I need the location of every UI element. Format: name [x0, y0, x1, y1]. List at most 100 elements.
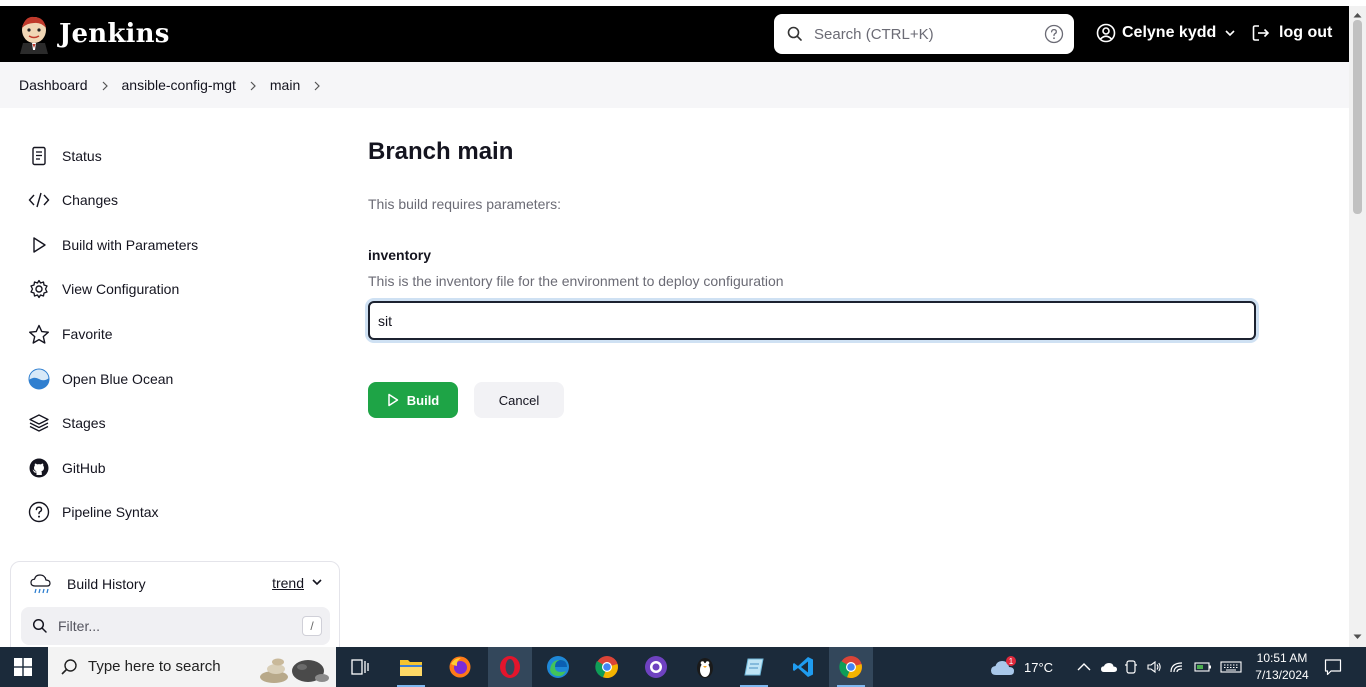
- help-icon[interactable]: [1044, 24, 1064, 44]
- blue-ocean-icon: [28, 368, 50, 390]
- chrome-icon: [839, 656, 862, 679]
- taskbar-edge[interactable]: [536, 647, 580, 687]
- chevron-down-icon[interactable]: [310, 575, 324, 589]
- user-avatar-icon: [1096, 23, 1116, 43]
- chevron-right-icon: [236, 77, 270, 93]
- chevron-right-icon: [88, 77, 122, 93]
- folder-icon: [400, 660, 422, 676]
- weather-widget[interactable]: 1 17°C: [990, 647, 1053, 687]
- keyboard-icon[interactable]: [1220, 661, 1242, 673]
- breadcrumb-dashboard[interactable]: Dashboard: [19, 77, 88, 93]
- sidebar-item-label: Changes: [62, 192, 119, 208]
- gear-icon: [28, 278, 50, 300]
- weather-cloud-icon: 1: [991, 656, 1016, 675]
- weather-badge: 1: [1009, 657, 1014, 666]
- taskbar-penguin-app[interactable]: [683, 647, 727, 687]
- notification-icon: [1324, 659, 1342, 676]
- scroll-thumb[interactable]: [1353, 20, 1362, 214]
- build-filter-input[interactable]: [58, 607, 288, 645]
- sidebar-item-open-blue-ocean[interactable]: Open Blue Ocean: [28, 367, 173, 391]
- sidebar-item-changes[interactable]: Changes: [28, 188, 118, 212]
- task-view-button[interactable]: [338, 647, 382, 687]
- search-icon: [787, 26, 802, 41]
- breadcrumb-branch[interactable]: main: [270, 77, 300, 93]
- scroll-down-arrow-icon[interactable]: [1353, 634, 1362, 640]
- sidebar-item-label: Pipeline Syntax: [62, 504, 159, 520]
- star-icon: [28, 323, 50, 345]
- taskbar-chrome-active[interactable]: [829, 647, 873, 687]
- sidebar-item-stages[interactable]: Stages: [28, 411, 106, 435]
- search-icon: [61, 659, 77, 675]
- clock-date: 7/13/2024: [1255, 668, 1309, 682]
- sidebar-item-favorite[interactable]: Favorite: [28, 322, 113, 346]
- edge-icon: [547, 656, 569, 678]
- build-button[interactable]: Build: [368, 382, 458, 418]
- parameter-description: This is the inventory file for the envir…: [368, 273, 784, 289]
- github-icon: [28, 457, 50, 479]
- taskbar-github-desktop[interactable]: [634, 647, 678, 687]
- weather-rain-icon: [30, 574, 51, 594]
- vscode-icon: [793, 657, 813, 677]
- chevron-up-icon[interactable]: [1076, 661, 1092, 673]
- speaker-icon[interactable]: [1146, 660, 1162, 674]
- breadcrumb-job[interactable]: ansible-config-mgt: [122, 77, 236, 93]
- taskbar-chrome[interactable]: [585, 647, 629, 687]
- build-button-label: Build: [406, 392, 440, 408]
- page-scrollbar[interactable]: [1349, 6, 1366, 647]
- penguin-icon: [697, 658, 713, 678]
- taskbar-clock[interactable]: 10:51 AM 7/13/2024: [1252, 650, 1312, 684]
- taskbar-firefox[interactable]: [438, 647, 482, 687]
- logout-link[interactable]: log out: [1251, 23, 1332, 43]
- windows-taskbar: Type here to search 1 17°C 10:51 AM 7/13…: [0, 647, 1366, 687]
- sidebar-item-build-with-parameters[interactable]: Build with Parameters: [28, 233, 198, 257]
- cancel-button[interactable]: Cancel: [474, 382, 564, 418]
- taskbar-opera[interactable]: [488, 647, 532, 687]
- github-desktop-icon: [645, 656, 667, 678]
- search-input[interactable]: [814, 14, 1034, 54]
- code-icon: [28, 189, 50, 211]
- sidebar-item-status[interactable]: Status: [28, 144, 102, 168]
- clock-time: 10:51 AM: [1256, 651, 1308, 665]
- user-menu[interactable]: Celyne kydd: [1096, 23, 1242, 43]
- task-view-icon: [351, 659, 369, 675]
- taskbar-search-placeholder: Type here to search: [88, 658, 221, 675]
- top-header: Jenkins Celyne kydd log out: [0, 6, 1349, 62]
- layers-icon: [28, 412, 50, 434]
- search-box[interactable]: [774, 14, 1074, 54]
- logout-icon: [1252, 25, 1270, 41]
- brand-name: Jenkins: [59, 19, 170, 49]
- stones-search-highlight-icon: [260, 658, 329, 683]
- cancel-button-label: Cancel: [498, 392, 540, 408]
- notification-center-button[interactable]: [1324, 647, 1342, 687]
- scroll-up-arrow-icon[interactable]: [1353, 12, 1362, 18]
- sidebar-item-label: Open Blue Ocean: [62, 371, 174, 387]
- notepad-icon: [744, 658, 764, 676]
- trend-link[interactable]: trend: [272, 575, 304, 591]
- requires-parameters-text: This build requires parameters:: [368, 196, 561, 212]
- onedrive-cloud-icon[interactable]: [1100, 661, 1118, 673]
- build-filter-box[interactable]: /: [21, 607, 330, 645]
- chevron-right-icon[interactable]: [300, 77, 334, 93]
- taskbar-vscode[interactable]: [781, 647, 825, 687]
- sidebar-item-label: Build with Parameters: [62, 237, 199, 253]
- taskbar-search-box[interactable]: Type here to search: [48, 647, 336, 687]
- chrome-icon: [595, 656, 618, 679]
- taskbar-notepad[interactable]: [732, 647, 776, 687]
- windows-start-icon[interactable]: [14, 658, 32, 676]
- sidebar-item-pipeline-syntax[interactable]: Pipeline Syntax: [28, 500, 159, 524]
- build-history-panel: Build History trend /: [10, 561, 340, 661]
- sidebar-item-view-configuration[interactable]: View Configuration: [28, 277, 179, 301]
- inventory-input[interactable]: [368, 301, 1256, 340]
- wifi-icon[interactable]: [1170, 660, 1186, 674]
- sidebar-item-github[interactable]: GitHub: [28, 456, 106, 480]
- taskbar-file-explorer[interactable]: [389, 647, 433, 687]
- play-icon: [28, 234, 50, 256]
- system-tray-icons: [1076, 647, 1242, 687]
- battery-icon[interactable]: [1194, 661, 1212, 673]
- weather-temperature: 17°C: [1024, 659, 1054, 675]
- device-icon[interactable]: [1124, 659, 1138, 675]
- help-icon: [28, 501, 50, 523]
- jenkins-home-link[interactable]: Jenkins: [17, 14, 170, 54]
- opera-icon: [500, 656, 520, 678]
- sidebar-item-label: View Configuration: [62, 281, 180, 297]
